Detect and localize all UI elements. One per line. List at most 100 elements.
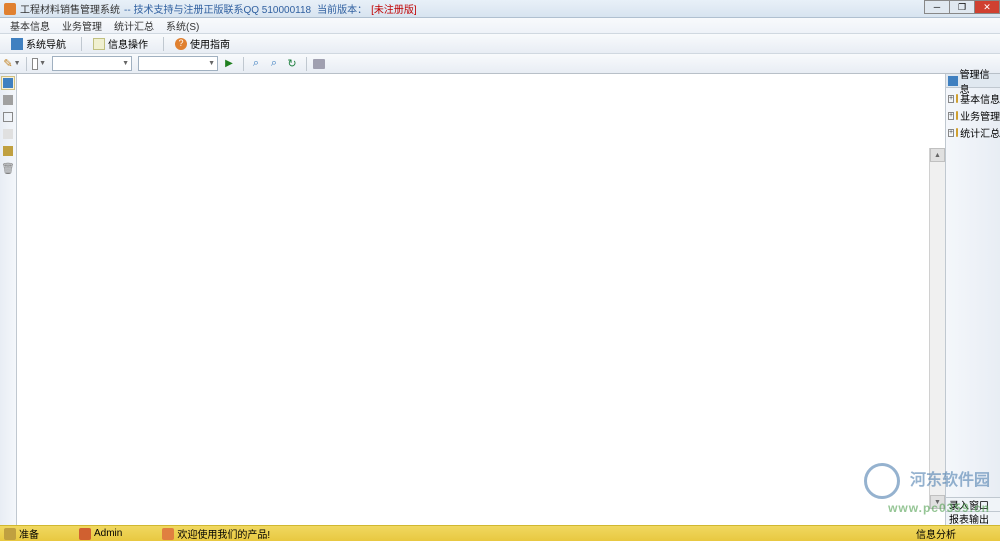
tab-report-output[interactable]: 报表输出 (946, 511, 1000, 525)
system-nav-label: 系统导航 (26, 36, 66, 51)
status-welcome-label: 欢迎使用我们的产品! (177, 526, 270, 541)
sheet-icon (32, 58, 38, 70)
toolbar-edit: ✎ ▼ ▼ ▼ ▼ ▶ ⌕ ⌕ ↻ (0, 54, 1000, 74)
status-welcome: 欢迎使用我们的产品! (162, 526, 270, 541)
tab-label: 录入窗口 (949, 497, 989, 512)
nav-tree: + 基本信息 + 业务管理 + 统计汇总 (946, 88, 1000, 143)
system-nav-button[interactable]: 系统导航 (4, 34, 73, 53)
tree-label: 统计汇总 (960, 125, 1000, 140)
separator (306, 57, 307, 71)
tab-label: 报表输出 (949, 511, 989, 526)
close-button[interactable]: ✕ (974, 0, 1000, 14)
dropdown-arrow-icon: ▼ (14, 60, 21, 67)
menu-system[interactable]: 系统(S) (160, 18, 205, 33)
tree-item-stats-summary[interactable]: + 统计汇总 (948, 124, 998, 141)
side-tab-6[interactable]: 🗑 (1, 161, 15, 175)
ready-icon (4, 528, 16, 540)
app-icon (4, 3, 16, 15)
version-label: 当前版本： (317, 1, 367, 16)
pencil-icon: ✎ (3, 57, 12, 70)
play-icon: ▶ (225, 58, 233, 69)
expand-icon[interactable]: + (948, 112, 954, 120)
statusbar: 准备 Admin 欢迎使用我们的产品! 信息分析 (0, 525, 1000, 541)
menu-stats-summary[interactable]: 统计汇总 (108, 18, 160, 33)
minimize-button[interactable]: ─ (924, 0, 950, 14)
info-operate-button[interactable]: 信息操作 (86, 34, 155, 53)
unregistered-label: [未注册版] (371, 1, 417, 16)
status-user-label: Admin (94, 528, 122, 539)
scroll-up-button[interactable]: ▲ (930, 148, 945, 162)
folder-icon (956, 111, 958, 120)
play-button[interactable]: ▶ (221, 56, 237, 72)
dropdown-arrow-icon: ▼ (122, 60, 129, 67)
side-tab-3[interactable] (1, 110, 15, 124)
page-icon (3, 95, 13, 105)
usage-guide-button[interactable]: ? 使用指南 (168, 34, 237, 53)
side-tab-1[interactable] (1, 76, 15, 90)
refresh-button[interactable]: ↻ (284, 56, 300, 72)
titlebar: 工程材料销售管理系统 -- 技术支持与注册正版联系QQ 510000118 当前… (0, 0, 1000, 18)
edit-dropdown[interactable]: ✎ ▼ (4, 56, 20, 72)
user-icon (79, 528, 91, 540)
expand-icon[interactable]: + (948, 95, 954, 103)
menu-basic-info[interactable]: 基本信息 (4, 18, 56, 33)
app-subtitle: -- 技术支持与注册正版联系QQ 510000118 (124, 1, 311, 16)
separator (243, 57, 244, 71)
nav-icon (11, 38, 23, 50)
zoom-button[interactable]: ⌕ (266, 56, 282, 72)
content-area (17, 74, 945, 525)
refresh-icon: ↻ (287, 57, 296, 70)
separator (26, 57, 27, 71)
print-icon (313, 59, 325, 69)
scroll-down-button[interactable]: ▼ (930, 495, 945, 509)
help-icon: ? (175, 38, 187, 50)
gear-icon (3, 146, 13, 156)
right-bottom-tabs: 录入窗口 报表输出 (946, 497, 1000, 525)
doc-icon (3, 112, 13, 122)
status-info-analysis-label: 信息分析 (916, 526, 956, 541)
welcome-icon (162, 528, 174, 540)
find-icon: ⌕ (253, 57, 259, 70)
menubar: 基本信息 业务管理 统计汇总 系统(S) (0, 18, 1000, 34)
dropdown-arrow-icon: ▼ (208, 60, 215, 67)
window-controls: ─ ❐ ✕ (925, 0, 1000, 14)
side-tab-2[interactable] (1, 93, 15, 107)
status-ready: 准备 (4, 526, 39, 541)
side-tab-4[interactable] (1, 127, 15, 141)
tree-item-business-mgmt[interactable]: + 业务管理 (948, 107, 998, 124)
combo-1[interactable]: ▼ (52, 56, 132, 71)
info-operate-label: 信息操作 (108, 36, 148, 51)
toolbar-main: 系统导航 信息操作 ? 使用指南 (0, 34, 1000, 54)
sheet-dropdown[interactable]: ▼ (31, 56, 47, 72)
dropdown-arrow-icon: ▼ (39, 60, 46, 67)
usage-guide-label: 使用指南 (190, 36, 230, 51)
tree-label: 基本信息 (960, 91, 1000, 106)
tab-entry-window[interactable]: 录入窗口 (946, 497, 1000, 511)
tree-label: 业务管理 (960, 108, 1000, 123)
find-button[interactable]: ⌕ (248, 56, 264, 72)
zoom-icon: ⌕ (271, 57, 277, 70)
expand-icon[interactable]: + (948, 129, 954, 137)
trash-icon: 🗑 (1, 162, 15, 175)
app-title: 工程材料销售管理系统 (20, 1, 120, 16)
list-icon (3, 129, 13, 139)
main-area: 🗑 ▲ ▼ 管理信息 + 基本信息 + 业务管理 + 统计汇 (0, 74, 1000, 525)
folder-icon (956, 94, 958, 103)
left-sidebar: 🗑 (0, 74, 17, 525)
vertical-scrollbar[interactable]: ▲ ▼ (929, 148, 945, 509)
tree-item-basic-info[interactable]: + 基本信息 (948, 90, 998, 107)
separator (163, 37, 164, 51)
separator (81, 37, 82, 51)
print-button[interactable] (311, 56, 327, 72)
status-user: Admin (79, 528, 122, 540)
side-tab-5[interactable] (1, 144, 15, 158)
combo-2[interactable]: ▼ (138, 56, 218, 71)
right-sidebar: 管理信息 + 基本信息 + 业务管理 + 统计汇总 录入窗口 (945, 74, 1000, 525)
menu-business-mgmt[interactable]: 业务管理 (56, 18, 108, 33)
folder-icon (956, 128, 958, 137)
panel-icon (948, 76, 958, 86)
maximize-button[interactable]: ❐ (949, 0, 975, 14)
form-icon (3, 78, 13, 88)
info-icon (93, 38, 105, 50)
status-ready-label: 准备 (19, 526, 39, 541)
